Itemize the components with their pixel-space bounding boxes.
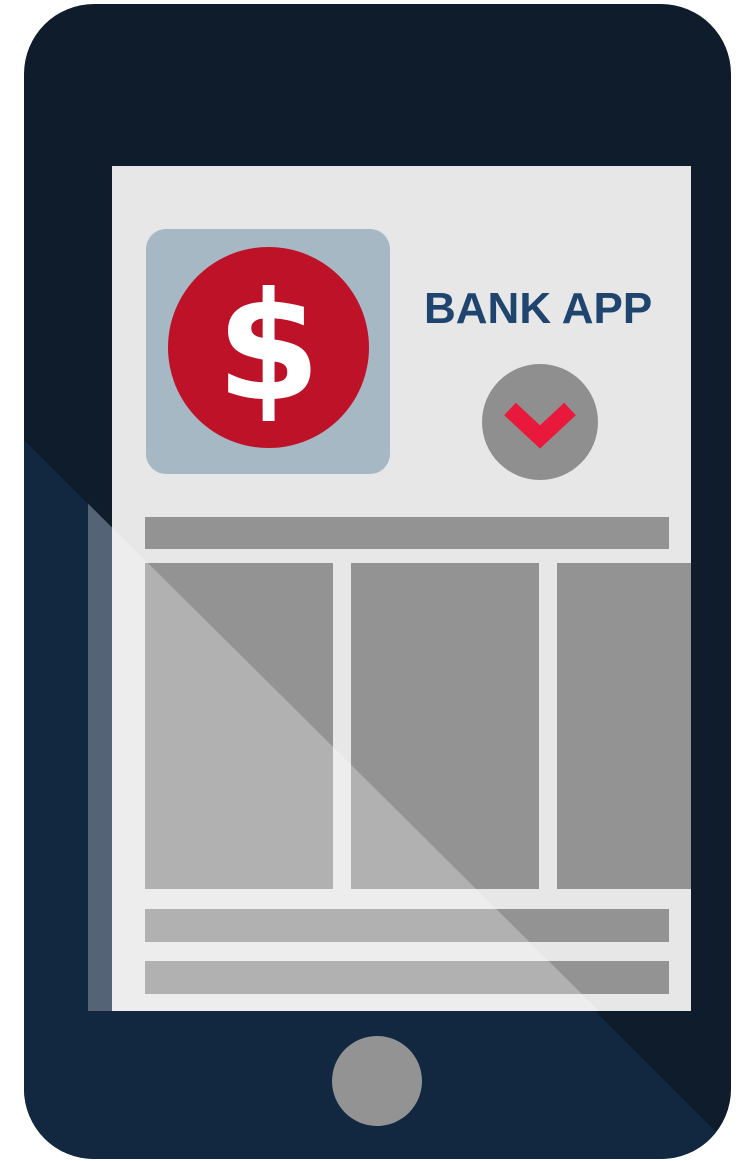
phone-device: $ BANK APP: [24, 4, 731, 1159]
phone-screen: $ BANK APP: [112, 166, 691, 1011]
dollar-symbol: $: [216, 260, 321, 435]
content-header-bar: [145, 517, 669, 549]
content-tile[interactable]: [557, 563, 691, 889]
dollar-sign-icon: $: [168, 247, 369, 448]
chevron-down-icon: [504, 402, 576, 449]
app-title: BANK APP: [424, 284, 653, 333]
content-tile[interactable]: [145, 563, 333, 889]
home-button[interactable]: [332, 1036, 422, 1126]
list-row-bar[interactable]: [145, 961, 669, 994]
list-row-bar[interactable]: [145, 909, 669, 942]
illustration: $ BANK APP: [0, 0, 750, 1161]
dropdown-button[interactable]: [482, 364, 598, 480]
content-tile[interactable]: [351, 563, 539, 889]
